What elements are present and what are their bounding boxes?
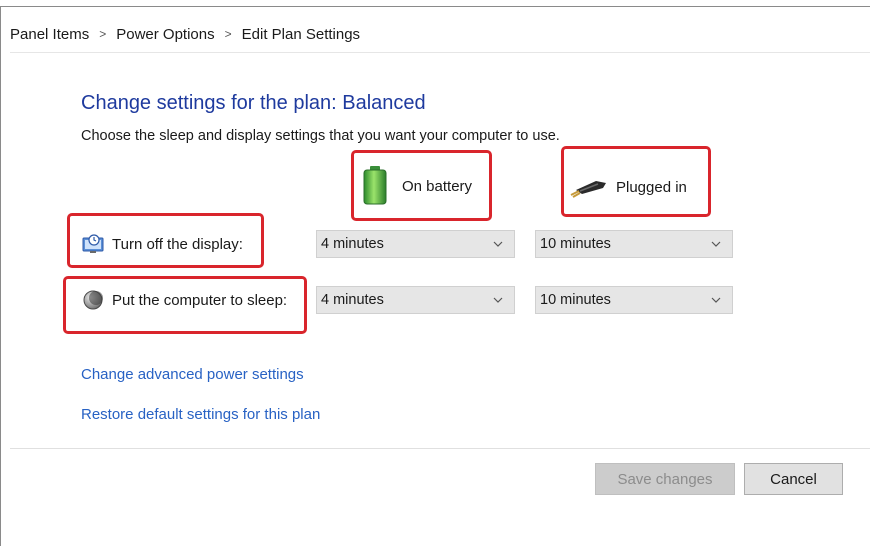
highlight-box-battery: [351, 150, 492, 221]
chevron-down-icon: [711, 241, 721, 247]
chevron-down-icon: [493, 241, 503, 247]
display-battery-select[interactable]: 4 minutes: [316, 230, 515, 258]
display-plugged-select[interactable]: 10 minutes: [535, 230, 733, 258]
restore-defaults-link[interactable]: Restore default settings for this plan: [81, 406, 320, 423]
sleep-battery-value: 4 minutes: [321, 292, 384, 308]
page-subtitle: Choose the sleep and display settings th…: [81, 128, 560, 144]
chevron-down-icon: [711, 297, 721, 303]
highlight-box-sleep: [63, 276, 307, 334]
breadcrumb-edit-plan-settings: Edit Plan Settings: [241, 25, 361, 43]
cancel-button[interactable]: Cancel: [744, 463, 843, 495]
breadcrumb-panel-items[interactable]: Panel Items: [10, 26, 89, 43]
breadcrumb-separator: >: [99, 27, 107, 41]
breadcrumb-power-options[interactable]: Power Options: [116, 26, 214, 43]
window-top-border: [0, 6, 870, 7]
highlight-box-plugged: [561, 146, 711, 217]
sleep-plugged-select[interactable]: 10 minutes: [535, 286, 733, 314]
page-title: Change settings for the plan: Balanced: [81, 92, 426, 114]
breadcrumb-separator: >: [224, 27, 232, 41]
sleep-battery-select[interactable]: 4 minutes: [316, 286, 515, 314]
save-changes-button[interactable]: Save changes: [595, 463, 735, 495]
highlight-box-display: [67, 213, 264, 268]
breadcrumb: Panel Items > Power Options > Edit Plan …: [10, 24, 360, 44]
chevron-down-icon: [493, 297, 503, 303]
advanced-power-settings-link[interactable]: Change advanced power settings: [81, 366, 304, 383]
breadcrumb-divider: [10, 52, 870, 53]
window-left-border: [0, 6, 1, 546]
sleep-plugged-value: 10 minutes: [540, 292, 611, 308]
display-plugged-value: 10 minutes: [540, 236, 611, 252]
footer-divider: [10, 448, 870, 449]
display-battery-value: 4 minutes: [321, 236, 384, 252]
